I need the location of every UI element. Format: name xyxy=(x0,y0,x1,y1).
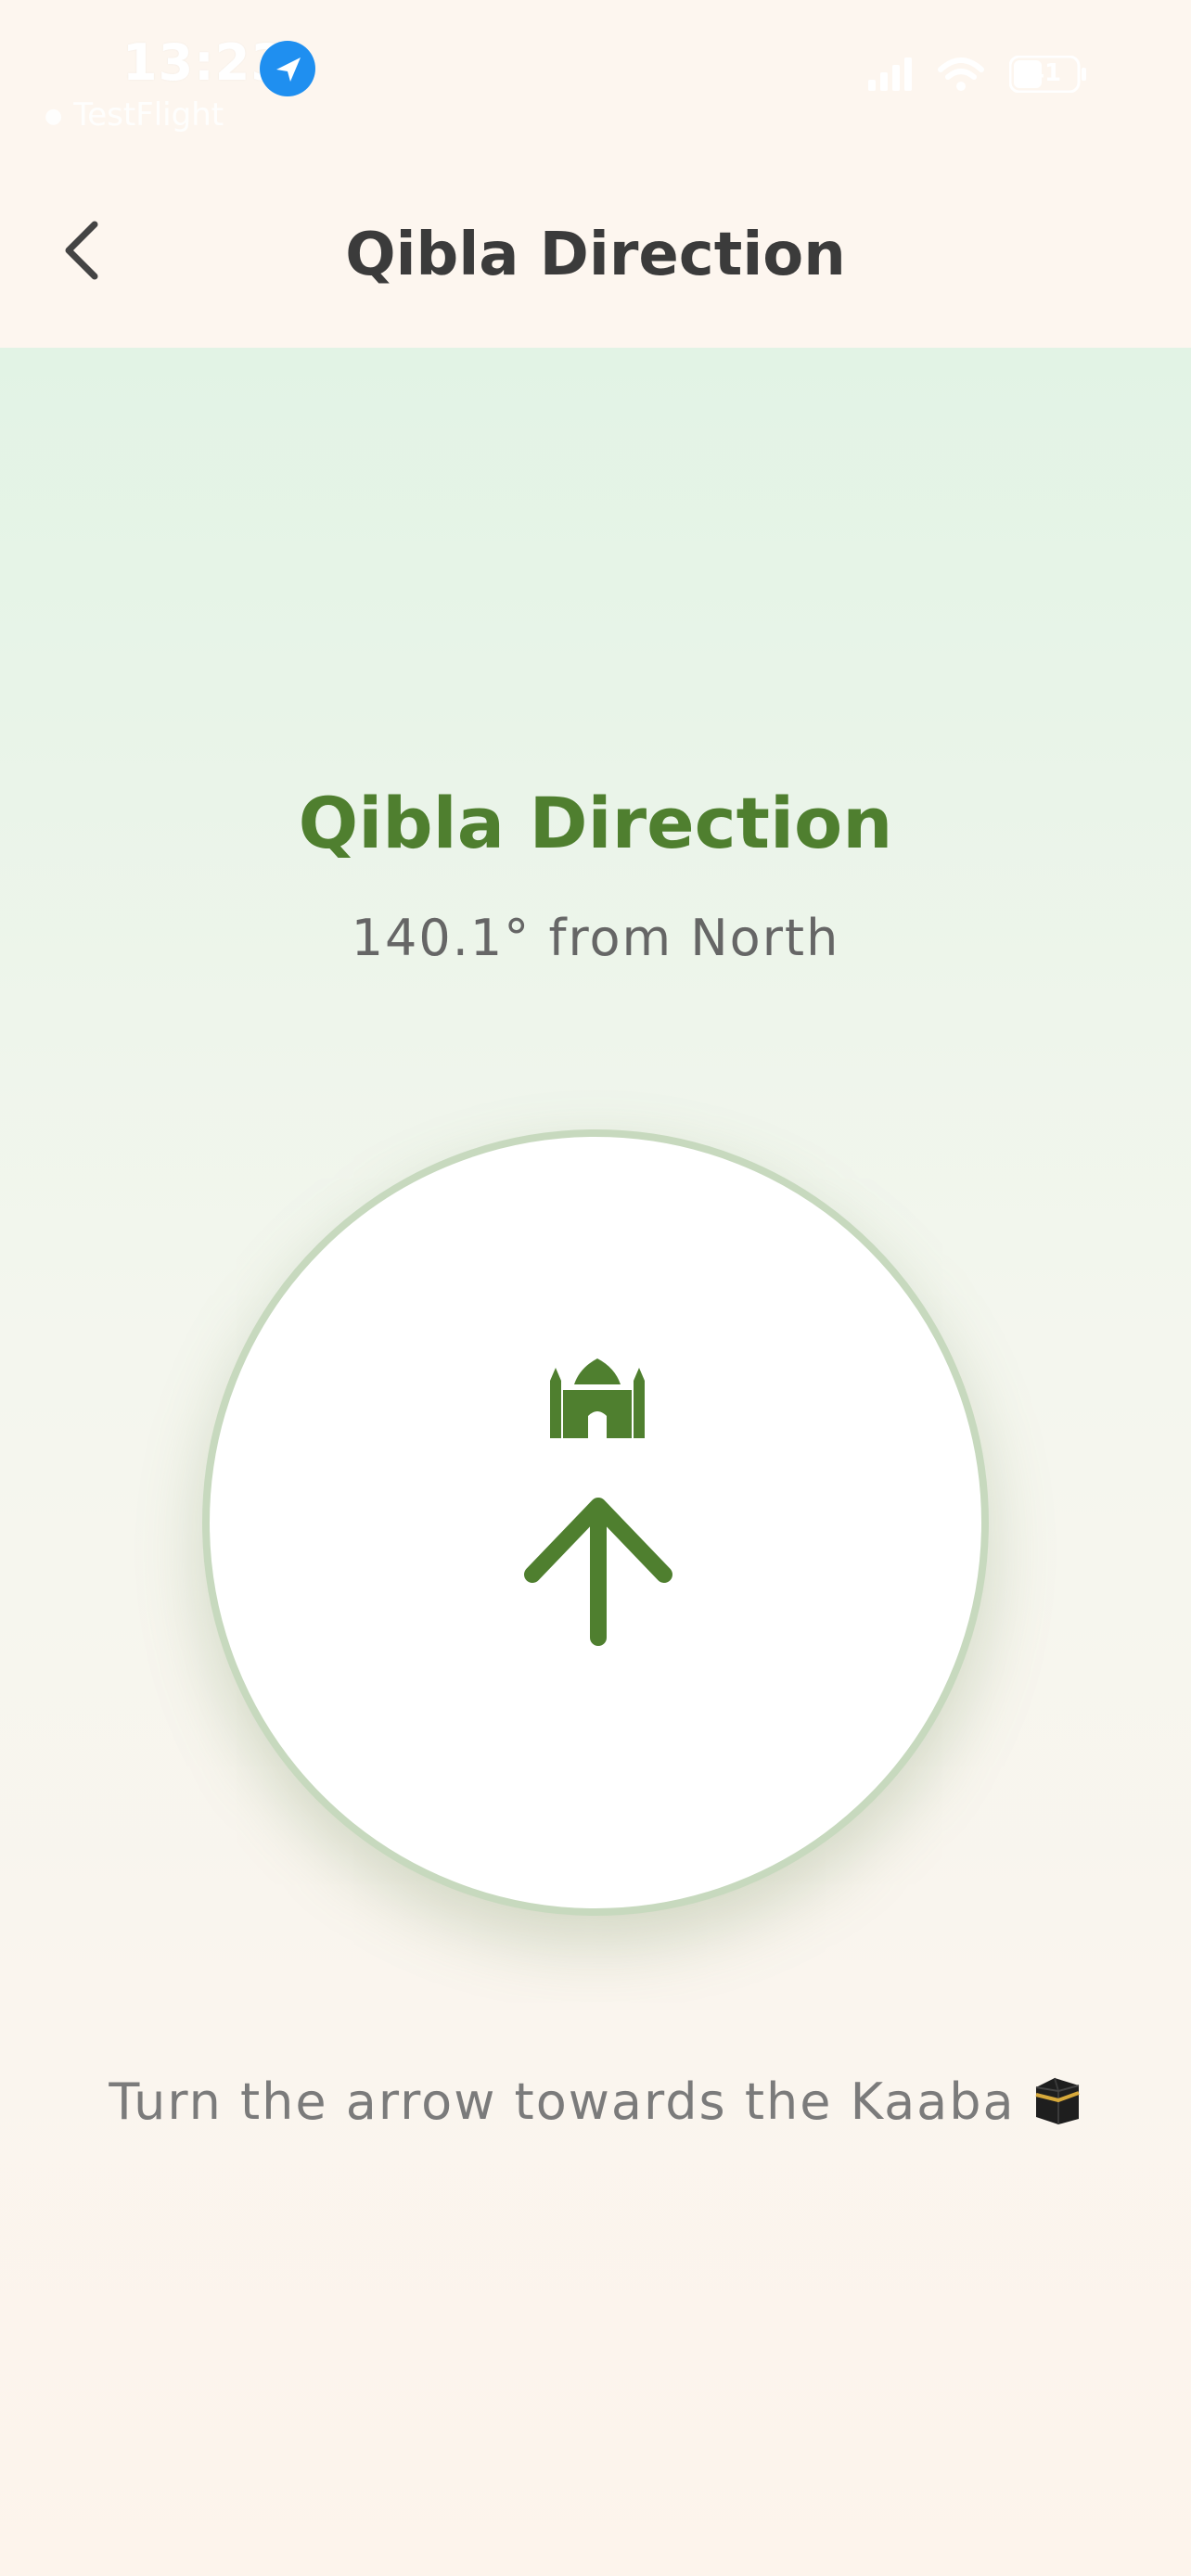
instruction-label: Turn the arrow towards the Kaaba xyxy=(109,2072,1016,2131)
arrow-up-icon xyxy=(524,1498,672,1646)
qibla-heading: Qibla Direction xyxy=(298,782,893,864)
location-arrow-icon xyxy=(260,41,315,96)
status-indicators: 41 xyxy=(868,56,1087,93)
wifi-icon xyxy=(938,57,984,91)
qibla-compass xyxy=(202,1129,989,1916)
qibla-degree: 140.1° from North xyxy=(351,909,840,967)
page-title: Qibla Direction xyxy=(345,221,846,289)
battery-level: 41 xyxy=(1027,59,1062,87)
navigation-bar: Qibla Direction xyxy=(0,139,1191,348)
battery-icon: 41 xyxy=(1009,56,1087,93)
back-to-app-label[interactable]: TestFlight xyxy=(45,96,224,134)
instruction-text: Turn the arrow towards the Kaaba xyxy=(0,2072,1191,2131)
signal-icon xyxy=(868,57,912,91)
qibla-content: Qibla Direction 140.1° from North Turn t… xyxy=(0,348,1191,2576)
kaaba-icon xyxy=(1035,2077,1080,2124)
mosque-icon xyxy=(550,1358,645,1438)
status-bar: 13:23 TestFlight 41 xyxy=(0,0,1191,139)
